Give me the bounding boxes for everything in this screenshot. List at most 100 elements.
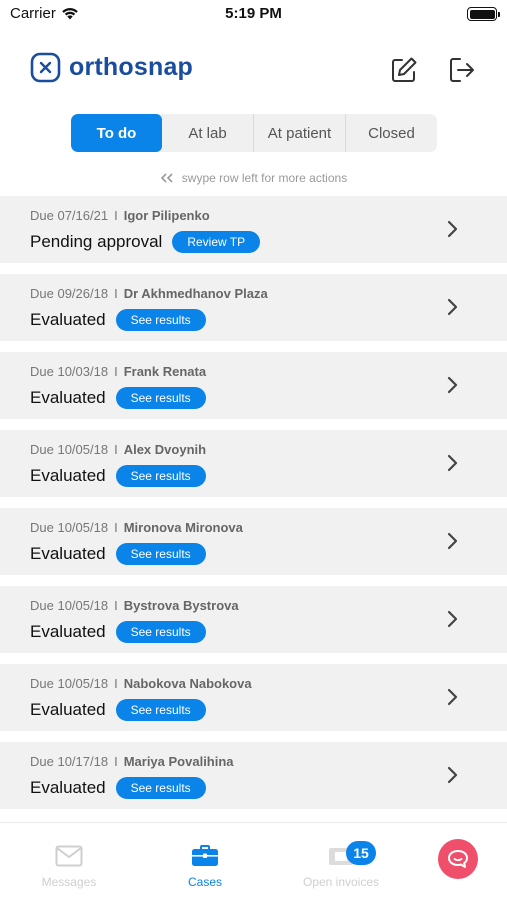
patient-name: Dr Akhmedhanov Plaza (123, 286, 268, 301)
meta-separator: I (114, 598, 118, 613)
tab-at-patient[interactable]: At patient (254, 114, 346, 152)
case-meta: Due 10/03/18 I Frank Renata (30, 364, 206, 379)
chevron-right-icon (447, 532, 458, 550)
tab-closed[interactable]: Closed (346, 114, 437, 152)
case-status-text: Pending approval (30, 232, 163, 251)
meta-separator: I (114, 208, 118, 223)
see-results-button[interactable]: See results (115, 621, 206, 643)
case-meta: Due 10/05/18 I Nabokova Nabokova (30, 676, 252, 691)
edit-button[interactable] (388, 54, 420, 86)
meta-separator: I (114, 442, 118, 457)
swipe-hint: swype row left for more actions (0, 171, 507, 185)
chevron-right-icon (447, 610, 458, 628)
case-due-date: Due 10/05/18 (30, 676, 109, 691)
case-list: Due 07/16/21 I Igor Pilipenko Pending appr… (0, 196, 507, 820)
case-status-text: Evaluated (30, 622, 106, 641)
chevron-right-icon (447, 220, 458, 238)
case-meta: Due 10/17/18 I Mariya Povalihina (30, 754, 234, 769)
chat-button[interactable] (438, 839, 478, 879)
case-due-date: Due 09/26/18 (30, 286, 109, 301)
case-meta: Due 07/16/21 I Igor Pilipenko (30, 208, 210, 223)
case-status-text: Evaluated (30, 544, 106, 563)
see-results-button[interactable]: See results (115, 309, 206, 331)
case-row[interactable]: Due 07/16/21 I Igor Pilipenko Pending appr… (0, 196, 507, 263)
case-due-date: Due 10/03/18 (30, 364, 109, 379)
meta-separator: I (114, 286, 118, 301)
case-status: Evaluated See results (30, 621, 206, 643)
nav-open-invoices[interactable]: Open invoices 15 (286, 841, 396, 889)
case-status: Evaluated See results (30, 777, 206, 799)
case-status: Evaluated See results (30, 309, 206, 331)
briefcase-icon (192, 845, 218, 866)
patient-name: Bystrova Bystrova (123, 598, 239, 613)
swipe-hint-text: swype row left for more actions (181, 171, 348, 185)
case-row[interactable]: Due 10/03/18 I Frank Renata Evaluated See … (0, 352, 507, 419)
chevron-right-icon (447, 298, 458, 316)
battery-icon (467, 7, 500, 21)
logout-button[interactable] (446, 54, 478, 86)
case-row[interactable]: Due 10/17/18 I Mariya Povalihina Evaluated… (0, 742, 507, 809)
tab-at-lab[interactable]: At lab (162, 114, 254, 152)
see-results-button[interactable]: See results (115, 543, 206, 565)
meta-separator: I (114, 754, 118, 769)
nav-cases-label: Cases (187, 875, 222, 889)
orthosnap-logo-icon (30, 52, 61, 83)
edit-icon (392, 57, 417, 82)
case-due-date: Due 10/17/18 (30, 754, 109, 769)
chat-bubble-icon (448, 850, 468, 868)
patient-name: Igor Pilipenko (123, 208, 210, 223)
case-status-text: Evaluated (30, 388, 106, 407)
case-meta: Due 10/05/18 I Bystrova Bystrova (30, 598, 239, 613)
meta-separator: I (114, 676, 118, 691)
chevron-right-icon (447, 454, 458, 472)
logo: orthosnap (30, 52, 193, 83)
patient-name: Alex Dvoynih (123, 442, 207, 457)
bottom-tab-bar: Messages Cases Open invoices 15 (0, 822, 507, 900)
see-results-button[interactable]: See results (115, 465, 206, 487)
case-status-tabs: To do At lab At patient Closed (71, 114, 437, 152)
app-header: orthosnap (0, 48, 507, 92)
patient-name: Nabokova Nabokova (123, 676, 252, 691)
patient-name: Mironova Mironova (123, 520, 243, 535)
tab-to-do[interactable]: To do (71, 114, 162, 152)
chevron-right-icon (447, 376, 458, 394)
case-status: Evaluated See results (30, 543, 206, 565)
review-tp-button[interactable]: Review TP (172, 231, 261, 253)
nav-open-invoices-label: Open invoices (302, 875, 380, 889)
case-row[interactable]: Due 09/26/18 I Dr Akhmedhanov Plaza Evalua… (0, 274, 507, 341)
case-row[interactable]: Due 10/05/18 I Bystrova Bystrova Evaluated… (0, 586, 507, 653)
logo-text: orthosnap (69, 53, 194, 81)
meta-separator: I (114, 520, 118, 535)
case-status: Evaluated See results (30, 465, 206, 487)
case-status: Evaluated See results (30, 699, 206, 721)
patient-name: Frank Renata (123, 364, 207, 379)
case-status-text: Evaluated (30, 700, 106, 719)
case-due-date: Due 07/16/21 (30, 208, 109, 223)
case-status-text: Evaluated (30, 466, 106, 485)
case-row[interactable]: Due 10/05/18 I Nabokova Nabokova Evaluated… (0, 664, 507, 731)
chevron-right-icon (447, 688, 458, 706)
case-due-date: Due 10/05/18 (30, 598, 109, 613)
case-due-date: Due 10/05/18 (30, 520, 109, 535)
see-results-button[interactable]: See results (115, 699, 206, 721)
see-results-button[interactable]: See results (115, 387, 206, 409)
case-row[interactable]: Due 10/05/18 I Alex Dvoynih Evaluated See … (0, 430, 507, 497)
case-status: Evaluated See results (30, 387, 206, 409)
envelope-icon (55, 845, 83, 867)
meta-separator: I (114, 364, 118, 379)
patient-name: Mariya Povalihina (123, 754, 234, 769)
nav-cases[interactable]: Cases (150, 843, 260, 889)
case-meta: Due 10/05/18 I Mironova Mironova (30, 520, 243, 535)
case-row[interactable]: Due 10/05/18 I Mironova Mironova Evaluated… (0, 508, 507, 575)
double-chevron-left-icon (160, 173, 173, 183)
case-status-text: Evaluated (30, 310, 106, 329)
clock: 5:19 PM (225, 5, 282, 22)
case-due-date: Due 10/05/18 (30, 442, 109, 457)
chevron-right-icon (447, 766, 458, 784)
case-meta: Due 10/05/18 I Alex Dvoynih (30, 442, 206, 457)
case-status-text: Evaluated (30, 778, 106, 797)
nav-messages[interactable]: Messages (14, 843, 124, 889)
status-bar: Carrier 5:19 PM (0, 0, 507, 30)
see-results-button[interactable]: See results (115, 777, 206, 799)
logout-icon (450, 58, 474, 82)
